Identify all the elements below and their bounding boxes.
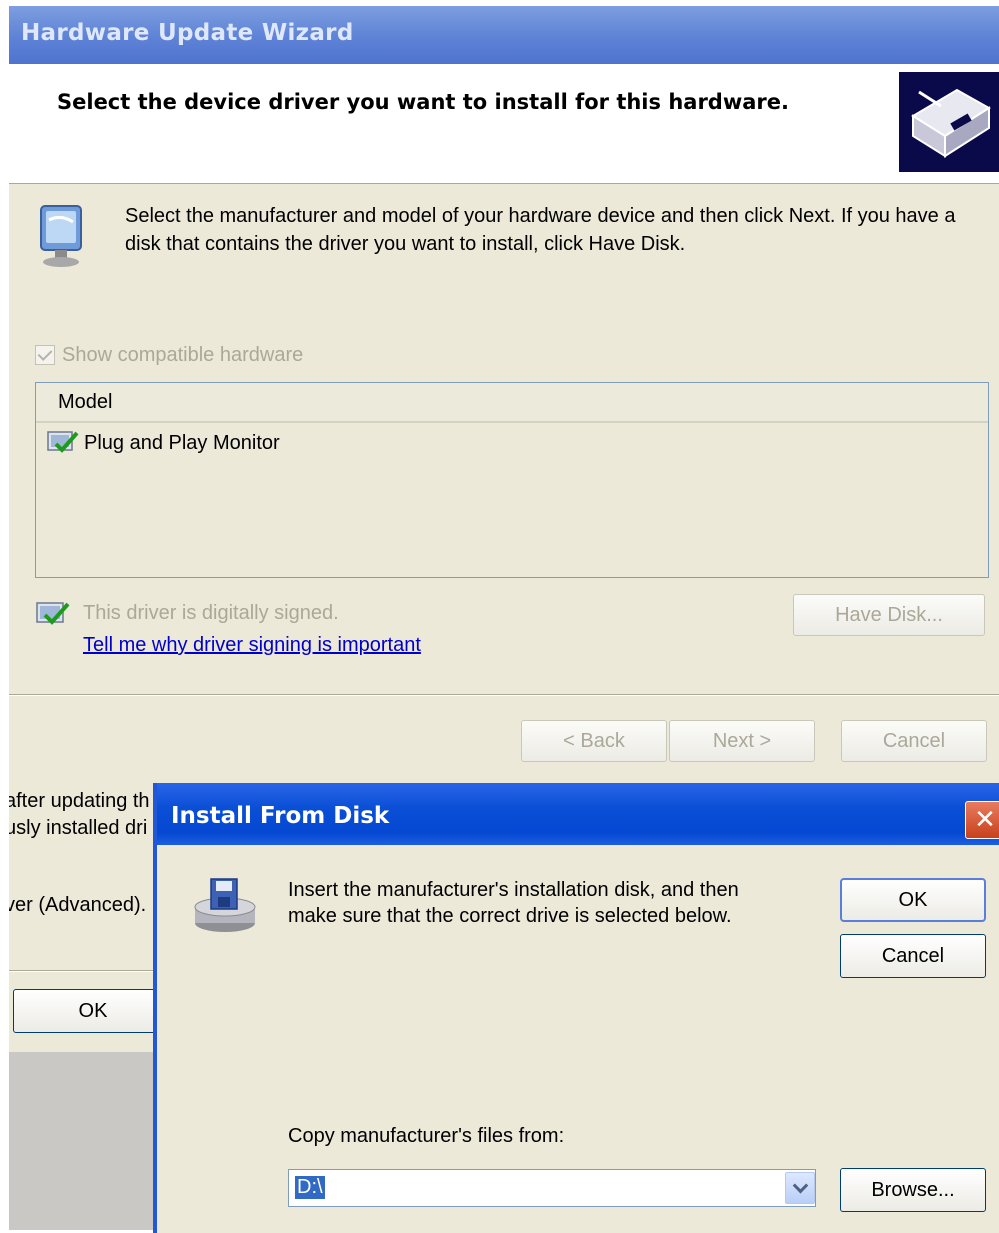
install-dialog-title: Install From Disk [171,803,390,829]
monitor-icon [35,200,91,270]
list-item[interactable]: Plug and Play Monitor [46,429,280,457]
wizard-header: Select the device driver you want to ins… [9,64,999,184]
model-column-header[interactable]: Model [36,383,988,423]
install-disk-icon [189,875,259,935]
background-dialog: after updating th usly installed dri ver… [9,784,157,1230]
install-from-disk-dialog: Install From Disk ✕ Insert the manufactu… [153,783,999,1233]
wizard-heading: Select the device driver you want to ins… [57,90,789,114]
wizard-description: Select the manufacturer and model of you… [125,205,956,255]
show-compatible-hardware-label: Show compatible hardware [62,343,304,366]
next-button[interactable]: Next > [669,720,815,762]
install-dialog-title-bar[interactable]: Install From Disk [157,783,999,845]
back-button[interactable]: < Back [521,720,667,762]
have-disk-button[interactable]: Have Disk... [793,594,985,636]
cancel-button[interactable]: Cancel [840,934,986,978]
certified-driver-icon [46,430,80,456]
driver-signing-info-link[interactable]: Tell me why driver signing is important [83,634,421,657]
path-value[interactable]: D:\ [295,1176,325,1199]
background-text-line: usly installed dri [9,817,148,839]
wizard-title: Hardware Update Wizard [21,20,354,46]
chevron-down-icon[interactable] [785,1172,815,1204]
ok-button[interactable]: OK [840,878,986,922]
show-compatible-hardware-option[interactable]: Show compatible hardware [35,342,303,368]
hardware-update-wizard-window: Hardware Update Wizard Select the device… [9,6,999,784]
model-list[interactable]: Model Plug and Play Monitor [35,382,989,578]
wizard-body: Select the manufacturer and model of you… [9,184,999,784]
background-option-label[interactable]: ver (Advanced). [9,894,146,917]
install-instructions: Insert the manufacturer's installation d… [288,879,739,927]
copy-files-from-label: Copy manufacturer's files from: [288,1125,565,1147]
show-compatible-hardware-checkbox[interactable] [35,345,55,365]
close-icon: ✕ [974,805,996,835]
driver-signed-status: This driver is digitally signed. [83,602,339,624]
background-panel [9,1052,157,1230]
copy-files-from-combobox[interactable]: D:\ [288,1169,816,1207]
hardware-card-icon [899,72,999,172]
background-divider [9,970,157,972]
background-ok-button[interactable]: OK [13,989,157,1033]
close-button[interactable]: ✕ [965,801,999,839]
signed-driver-icon [35,600,71,628]
model-column-header-label: Model [58,391,113,413]
wizard-divider [9,694,999,696]
browse-button[interactable]: Browse... [840,1168,986,1212]
list-item-label: Plug and Play Monitor [84,431,280,454]
cancel-button[interactable]: Cancel [841,720,987,762]
wizard-title-bar[interactable]: Hardware Update Wizard [9,6,999,64]
background-text-line: after updating th [9,790,150,812]
